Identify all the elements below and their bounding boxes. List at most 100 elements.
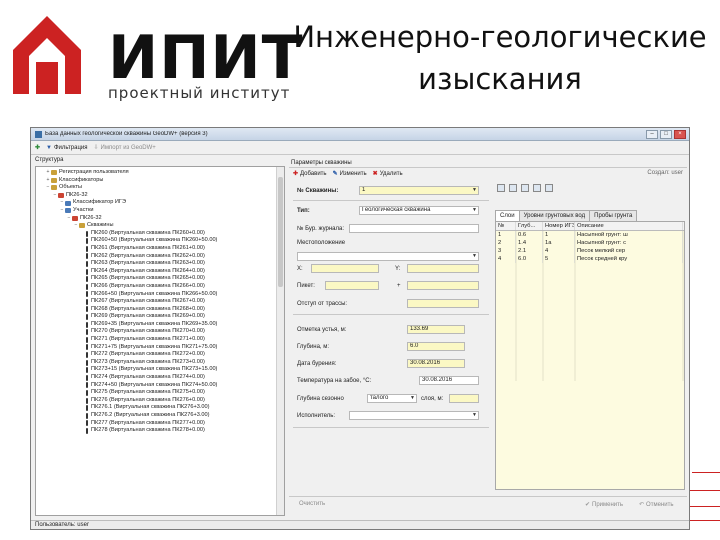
tree-item-label: ПК273+15 (Виртуальная скважина ПК273+15.… [91, 366, 218, 373]
column-header[interactable]: Глуб... [516, 222, 543, 230]
tree-item[interactable]: − Скважины [36, 222, 276, 230]
tree-item[interactable]: ПК269+35 (Виртуальная скважина ПК269+35.… [36, 321, 276, 329]
close-button[interactable]: × [674, 129, 686, 139]
table-cell: 5 [543, 255, 575, 263]
separator [293, 427, 489, 428]
column-header[interactable]: Номер ИГЭ [543, 222, 575, 230]
mark-input[interactable]: 133.69 [407, 325, 465, 334]
clear-button[interactable]: Очистить [299, 501, 325, 507]
well-no-select[interactable]: 1 ▼ [359, 186, 479, 195]
journal-input[interactable] [349, 224, 479, 233]
tree-item[interactable]: ПК276 (Виртуальная скважина ПК276+0.00) [36, 397, 276, 405]
separator [293, 314, 489, 315]
grid-edit-icon[interactable] [521, 184, 529, 192]
grid-add-row-icon[interactable] [509, 184, 517, 192]
detail-tabs: Слои Уровни грунтовых вод Пробы грунта [495, 210, 638, 221]
tree-item[interactable]: ПК267 (Виртуальная скважина ПК267+0.00) [36, 298, 276, 306]
table-cell: 1а [543, 239, 575, 247]
seasonal-label: Глубина сезонно [297, 396, 344, 402]
tree-item[interactable]: ПК269 (Виртуальная скважина ПК269+0.00) [36, 313, 276, 321]
tree-item[interactable]: ПК278 (Виртуальная скважина ПК278+0.00) [36, 427, 276, 435]
depth-label: Глубина, м: [297, 344, 330, 350]
tree-item[interactable]: ПК266 (Виртуальная скважина ПК266+0.00) [36, 283, 276, 291]
tree-item[interactable]: ПК276.2 (Виртуальная скважина ПК276+3.00… [36, 412, 276, 420]
import-button[interactable]: ⇩ Импорт из GeoDW+ [94, 144, 156, 152]
x-input[interactable] [311, 264, 379, 273]
tree-item[interactable]: ПК268 (Виртуальная скважина ПК268+0.00) [36, 306, 276, 314]
tab-groundwater[interactable]: Уровни грунтовых вод [518, 210, 591, 221]
tab-soil-samples[interactable]: Пробы грунта [589, 210, 638, 221]
tree-item[interactable]: ПК273+15 (Виртуальная скважина ПК273+15.… [36, 366, 276, 374]
tree-item[interactable]: ПК272 (Виртуальная скважина ПК272+0.00) [36, 351, 276, 359]
window-titlebar: База данных геологической скважины GeoDW… [31, 128, 689, 141]
picket-input[interactable] [325, 281, 379, 290]
offset-input[interactable] [407, 299, 479, 308]
type-select[interactable]: Геологическая скважина ▼ [359, 206, 479, 215]
tree-item[interactable]: ПК276.1 (Виртуальная скважина ПК276+3.00… [36, 404, 276, 412]
tree-item[interactable]: ПК266+50 (Виртуальная скважина ПК266+50.… [36, 291, 276, 299]
folder-icon [51, 185, 57, 191]
cancel-button[interactable]: ↶ Отменить [639, 501, 673, 509]
tree-item[interactable]: ПК271+75 (Виртуальная скважина ПК271+75.… [36, 344, 276, 352]
tree-item[interactable]: − Объекты [36, 184, 276, 192]
tree-item[interactable]: ПК260 (Виртуальная скважина ПК260+0.00) [36, 230, 276, 238]
location-select[interactable]: ▼ [297, 252, 479, 261]
slide-title-line1: Инженерно-геологические [293, 20, 707, 54]
x-label: X: [297, 266, 303, 272]
edit-button[interactable]: ✎ Изменить [333, 170, 367, 178]
picket-plus-input[interactable] [407, 281, 479, 290]
temp-input[interactable]: 30.08.2016 [419, 376, 479, 385]
tree-item[interactable]: ПК261 (Виртуальная скважина ПК261+0.00) [36, 245, 276, 253]
table-row[interactable]: 1 0.6 1 Насыпной грунт: ш [496, 231, 684, 239]
table-cell: 6.0 [516, 255, 543, 263]
add-button[interactable]: ✚ Добавить [293, 170, 327, 178]
tree-scrollbar[interactable] [276, 167, 284, 515]
column-header[interactable]: № [496, 222, 516, 230]
table-row[interactable]: 4 6.0 5 Песок средней кру [496, 255, 684, 263]
tree-item[interactable]: ПК273 (Виртуальная скважина ПК273+0.00) [36, 359, 276, 367]
tree-item-label: Участки [73, 206, 94, 213]
seasonal-select[interactable]: талого ▼ [367, 394, 417, 403]
tree-item[interactable]: − Классификатор ИГЭ [36, 199, 276, 207]
grid-view-icon[interactable] [497, 184, 505, 192]
depth-input[interactable]: 6.0 [407, 342, 465, 351]
table-row[interactable]: 2 1.4 1а Насыпной грунт: с [496, 239, 684, 247]
tree-scrollbar-thumb[interactable] [278, 177, 283, 287]
tab-layers[interactable]: Слои [495, 210, 520, 221]
filter-button[interactable]: ▼ Фильтрация [46, 145, 87, 151]
app-window: База данных геологической скважины GeoDW… [30, 127, 690, 530]
grid-export-icon[interactable] [545, 184, 553, 192]
tree-item[interactable]: + Классификаторы [36, 177, 276, 185]
apply-button[interactable]: ✔ Применить [585, 501, 623, 509]
tree-item[interactable]: ПК275 (Виртуальная скважина ПК275+0.00) [36, 389, 276, 397]
maximize-button[interactable]: □ [660, 129, 672, 139]
tree-item[interactable]: − ПК26-32 [36, 215, 276, 223]
table-row[interactable]: 3 2.1 4 Песок мелкий сер [496, 247, 684, 255]
well-icon [86, 367, 88, 374]
delete-button[interactable]: ✖ Удалить [373, 170, 403, 178]
pin-button[interactable]: ✚ [35, 144, 40, 151]
layer-input[interactable] [449, 394, 479, 403]
tree-item[interactable]: ПК274+50 (Виртуальная скважина ПК274+50.… [36, 382, 276, 390]
tree-item[interactable]: ПК277 (Виртуальная скважина ПК277+0.00) [36, 420, 276, 428]
y-label: Y: [395, 266, 401, 272]
grid-chart-icon[interactable] [533, 184, 541, 192]
column-header[interactable]: Описание [575, 222, 683, 230]
tree-item[interactable]: ПК264 (Виртуальная скважина ПК264+0.00) [36, 268, 276, 276]
executor-select[interactable]: ▼ [349, 411, 479, 420]
tree-item-label: ПК271+75 (Виртуальная скважина ПК271+75.… [91, 343, 218, 350]
tree-item[interactable]: − ПК26-32 [36, 192, 276, 200]
tree-item[interactable]: − Участки [36, 207, 276, 215]
tree-item[interactable]: ПК271 (Виртуальная скважина ПК271+0.00) [36, 336, 276, 344]
tree-item[interactable]: ПК262 (Виртуальная скважина ПК262+0.00) [36, 253, 276, 261]
date-input[interactable]: 30.08.2016 [407, 359, 465, 368]
structure-tree-panel: + Регистрация пользователя + Классификаторы… [35, 166, 285, 516]
tree-item[interactable]: ПК270 (Виртуальная скважина ПК270+0.00) [36, 328, 276, 336]
tree-item[interactable]: ПК265 (Виртуальная скважина ПК265+0.00) [36, 275, 276, 283]
minimize-button[interactable]: – [646, 129, 658, 139]
tree-item[interactable]: ПК260+50 (Виртуальная скважина ПК260+50.… [36, 237, 276, 245]
y-input[interactable] [407, 264, 479, 273]
tree-item[interactable]: ПК263 (Виртуальная скважина ПК263+0.00) [36, 260, 276, 268]
tree-item[interactable]: + Регистрация пользователя [36, 169, 276, 177]
tree-item[interactable]: ПК274 (Виртуальная скважина ПК274+0.00) [36, 374, 276, 382]
